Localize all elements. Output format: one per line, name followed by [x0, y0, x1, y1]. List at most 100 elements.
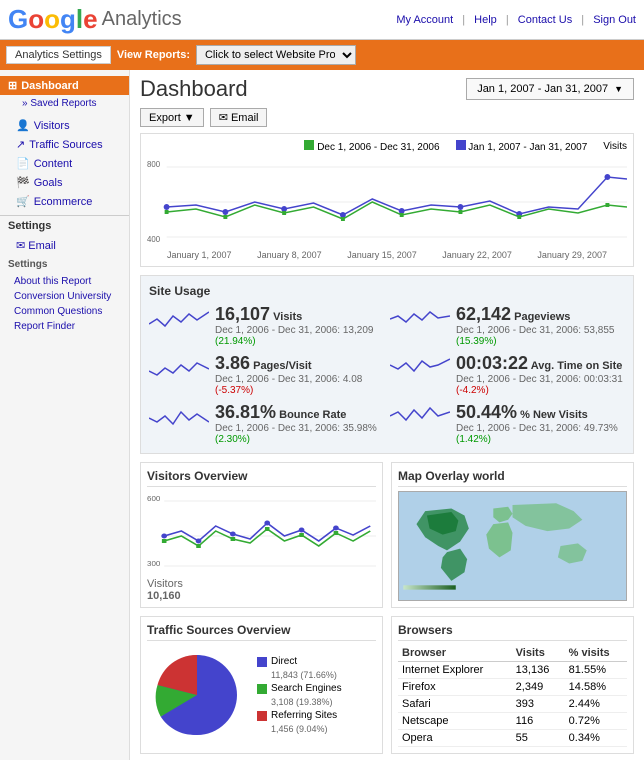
- traffic-icon: ↗: [16, 138, 25, 151]
- export-label: Export: [149, 112, 181, 124]
- stat-value: 3.86: [215, 353, 250, 373]
- legend-referring: Referring Sites: [257, 710, 342, 721]
- logo-area: Google Analytics: [8, 4, 182, 35]
- cart-icon: 🛒: [16, 195, 30, 208]
- date-range-selector[interactable]: Jan 1, 2007 - Jan 31, 2007 ▼: [466, 78, 634, 100]
- main-layout: ⊞ Dashboard » Saved Reports 👤 Visitors ↗…: [0, 70, 644, 760]
- browser-row-0: Internet Explorer13,13681.55%: [398, 662, 627, 679]
- sparkline-svg: [390, 304, 450, 334]
- browser-row-2: Safari3932.44%: [398, 696, 627, 713]
- email-button[interactable]: ✉ Email: [210, 108, 268, 127]
- stat-data-2: 3.86 Pages/VisitDec 1, 2006 - Dec 31, 20…: [215, 353, 384, 396]
- visitors-count: Visitors 10,160: [147, 578, 376, 602]
- svg-text:800: 800: [147, 160, 161, 169]
- browser-visits: 2,349: [512, 679, 565, 696]
- visitors-chart: 600 300: [147, 491, 376, 581]
- bottom-panels: Traffic Sources Overview: [140, 616, 634, 754]
- sidebar-dashboard-title: ⊞ Dashboard: [0, 76, 129, 95]
- browser-pct: 0.72%: [565, 713, 627, 730]
- browser-name: Firefox: [398, 679, 512, 696]
- google-logo: Google: [8, 4, 98, 35]
- stat-change: (2.30%): [215, 434, 250, 445]
- pie-chart-svg: [147, 645, 247, 745]
- legend-direct: Direct: [257, 656, 342, 667]
- traffic-sources-panel: Traffic Sources Overview: [140, 616, 383, 754]
- stat-change: (-4.2%): [456, 385, 489, 396]
- analytics-title: Analytics: [102, 8, 182, 31]
- referring-value: 1,456 (9.04%): [257, 724, 342, 734]
- sign-out-link[interactable]: Sign Out: [593, 14, 636, 26]
- sidebar-item-traffic-sources[interactable]: ↗ Traffic Sources: [0, 135, 129, 154]
- map-container: [398, 491, 627, 601]
- action-buttons: Export ▼ ✉ Email: [140, 108, 634, 127]
- browser-name: Safari: [398, 696, 512, 713]
- content-area: Dashboard Jan 1, 2007 - Jan 31, 2007 ▼ E…: [130, 70, 644, 760]
- map-overlay-panel: Map Overlay world: [391, 462, 634, 608]
- legend-curr-period: Jan 1, 2007 - Jan 31, 2007: [456, 140, 588, 153]
- sidebar-settings-sub: Settings: [0, 255, 129, 274]
- browser-pct: 81.55%: [565, 662, 627, 679]
- sparkline-svg: [149, 304, 209, 334]
- lower-panels: Visitors Overview 600 300: [140, 462, 634, 608]
- sidebar-saved-reports[interactable]: » Saved Reports: [0, 95, 129, 112]
- stat-value: 50.44%: [456, 402, 517, 422]
- sidebar-item-visitors[interactable]: 👤 Visitors: [0, 116, 129, 135]
- stat-data-1: 62,142 PageviewsDec 1, 2006 - Dec 31, 20…: [456, 304, 625, 347]
- browsers-header-row: Browser Visits % visits: [398, 645, 627, 662]
- pie-legend: Direct 11,843 (71.66%) Search Engines 3,…: [257, 656, 342, 734]
- header-links: My Account | Help | Contact Us | Sign Ou…: [390, 14, 636, 26]
- stat-item-0: 16,107 VisitsDec 1, 2006 - Dec 31, 2006:…: [149, 304, 384, 347]
- grid-icon: ⊞: [8, 79, 17, 92]
- sidebar-report-finder[interactable]: Report Finder: [0, 319, 129, 334]
- direct-color: [257, 657, 267, 667]
- export-button[interactable]: Export ▼: [140, 108, 204, 127]
- referring-color: [257, 711, 267, 721]
- svg-text:400: 400: [147, 235, 161, 244]
- sidebar-item-ecommerce[interactable]: 🛒 Ecommerce: [0, 192, 129, 211]
- sidebar-item-goals[interactable]: 🏁 Goals: [0, 173, 129, 192]
- stat-sub: Dec 1, 2006 - Dec 31, 2006: 00:03:31 (-4…: [456, 374, 625, 396]
- traffic-sources-title: Traffic Sources Overview: [147, 623, 376, 641]
- stat-label: Bounce Rate: [276, 409, 346, 421]
- pie-container: Direct 11,843 (71.66%) Search Engines 3,…: [147, 645, 376, 745]
- email-label: ✉ Email: [219, 111, 259, 124]
- sparkline-svg: [149, 353, 209, 383]
- svg-text:300: 300: [147, 559, 160, 567]
- date-range-text: Jan 1, 2007 - Jan 31, 2007: [477, 83, 608, 95]
- sidebar-dashboard-section: ⊞ Dashboard » Saved Reports: [0, 76, 129, 112]
- browser-visits: 116: [512, 713, 565, 730]
- sidebar: ⊞ Dashboard » Saved Reports 👤 Visitors ↗…: [0, 70, 130, 760]
- stat-change: (15.39%): [456, 336, 497, 347]
- contact-link[interactable]: Contact Us: [518, 14, 572, 26]
- browser-pct: 14.58%: [565, 679, 627, 696]
- stat-data-0: 16,107 VisitsDec 1, 2006 - Dec 31, 2006:…: [215, 304, 384, 347]
- sidebar-about-report[interactable]: About this Report: [0, 274, 129, 289]
- content-icon: 📄: [16, 157, 30, 170]
- sidebar-conversion-university[interactable]: Conversion University: [0, 289, 129, 304]
- profile-select[interactable]: Click to select Website Profile: [196, 45, 356, 65]
- stat-value: 00:03:22: [456, 353, 528, 373]
- stat-item-5: 50.44% % New VisitsDec 1, 2006 - Dec 31,…: [390, 402, 625, 445]
- col-pct: % visits: [565, 645, 627, 662]
- sidebar-email[interactable]: ✉ Email: [0, 236, 129, 255]
- app-header: Google Analytics My Account | Help | Con…: [0, 0, 644, 40]
- stat-label: Pageviews: [511, 311, 570, 323]
- browser-row-3: Netscape1160.72%: [398, 713, 627, 730]
- analytics-settings-button[interactable]: Analytics Settings: [6, 46, 111, 64]
- legend-visits-label: Visits: [603, 141, 627, 152]
- world-map-svg: [399, 492, 626, 600]
- my-account-link[interactable]: My Account: [396, 14, 453, 26]
- help-link[interactable]: Help: [474, 14, 497, 26]
- browsers-title: Browsers: [398, 623, 627, 641]
- browser-pct: 2.44%: [565, 696, 627, 713]
- browser-row-1: Firefox2,34914.58%: [398, 679, 627, 696]
- view-reports-label: View Reports:: [117, 49, 190, 61]
- person-icon: 👤: [16, 119, 30, 132]
- map-overlay-title: Map Overlay world: [398, 469, 627, 487]
- stat-item-2: 3.86 Pages/VisitDec 1, 2006 - Dec 31, 20…: [149, 353, 384, 396]
- export-arrow-icon: ▼: [184, 112, 195, 124]
- stat-label: Avg. Time on Site: [528, 360, 622, 372]
- sidebar-item-content[interactable]: 📄 Content: [0, 154, 129, 173]
- sidebar-common-questions[interactable]: Common Questions: [0, 304, 129, 319]
- stat-item-1: 62,142 PageviewsDec 1, 2006 - Dec 31, 20…: [390, 304, 625, 347]
